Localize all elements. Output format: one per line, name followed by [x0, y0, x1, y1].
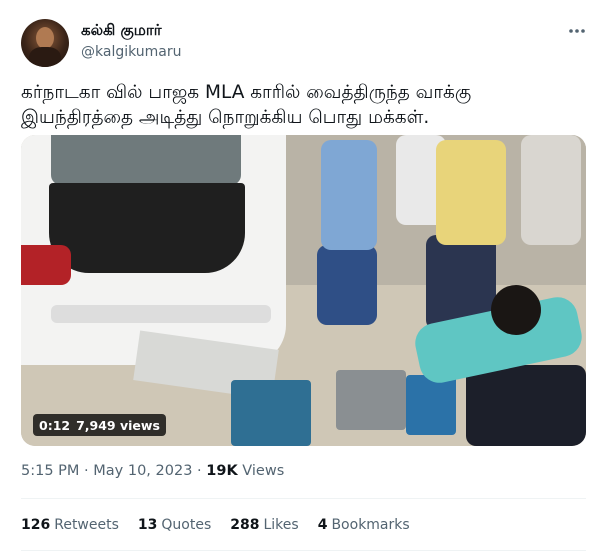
- retweets-label: Retweets: [54, 517, 119, 533]
- voting-machine: [336, 370, 406, 430]
- voting-machine: [231, 380, 311, 446]
- likes-stat[interactable]: 288 Likes: [230, 517, 298, 533]
- retweets-stat[interactable]: 126 Retweets: [21, 517, 119, 533]
- video-frame: [21, 135, 586, 446]
- video-player[interactable]: 0:12 7,949 views: [21, 135, 586, 446]
- author-display-name[interactable]: கல்கி குமார்: [81, 21, 162, 41]
- bookmarks-count: 4: [317, 517, 328, 533]
- car-trunk-lid: [51, 135, 241, 185]
- video-person: [466, 365, 586, 446]
- likes-label: Likes: [263, 517, 299, 533]
- more-dots-icon: [569, 29, 585, 33]
- bookmarks-label: Bookmarks: [331, 517, 410, 533]
- meta-separator: ·: [197, 463, 202, 479]
- divider: [21, 550, 586, 551]
- video-person: [317, 245, 377, 325]
- quotes-stat[interactable]: 13 Quotes: [138, 517, 211, 533]
- car-trunk: [49, 183, 245, 273]
- views-label: Views: [242, 463, 285, 479]
- avatar-face: [36, 27, 54, 49]
- video-person: [491, 285, 541, 335]
- tweet-meta: 5:15 PM · May 10, 2023 · 19K Views: [21, 463, 284, 479]
- retweets-count: 126: [21, 517, 51, 533]
- video-person: [321, 140, 377, 250]
- meta-separator: ·: [84, 463, 89, 479]
- tweet-text: கர்நாடகா வில் பாஜக MLA காரில் வைத்திருந்…: [21, 82, 472, 128]
- avatar[interactable]: [21, 19, 69, 67]
- quotes-count: 13: [137, 517, 158, 533]
- video-person: [436, 140, 506, 245]
- voting-machine: [406, 375, 456, 435]
- video-badge: 0:12 7,949 views: [33, 414, 166, 436]
- quotes-label: Quotes: [161, 517, 212, 533]
- avatar-body: [29, 47, 61, 67]
- video-views: 7,949 views: [76, 417, 160, 433]
- video-person: [521, 135, 581, 245]
- tweet-time[interactable]: 5:15 PM: [21, 463, 79, 479]
- bookmarks-stat[interactable]: 4 Bookmarks: [318, 517, 410, 533]
- car-bumper: [51, 305, 271, 323]
- views-count: 19K: [206, 463, 238, 479]
- likes-count: 288: [230, 517, 260, 533]
- author-handle[interactable]: @kalgikumaru: [81, 44, 182, 60]
- tweet: கல்கி குமார் @kalgikumaru கர்நாடகா வில் …: [0, 0, 607, 559]
- video-car: [21, 135, 286, 365]
- more-icon[interactable]: [566, 21, 588, 41]
- video-time: 0:12: [39, 417, 71, 433]
- car-taillight: [21, 245, 71, 285]
- divider: [21, 498, 586, 499]
- engagement-stats: 126 Retweets 13 Quotes 288 Likes 4 Bookmarks: [21, 517, 429, 533]
- tweet-date[interactable]: May 10, 2023: [93, 463, 192, 479]
